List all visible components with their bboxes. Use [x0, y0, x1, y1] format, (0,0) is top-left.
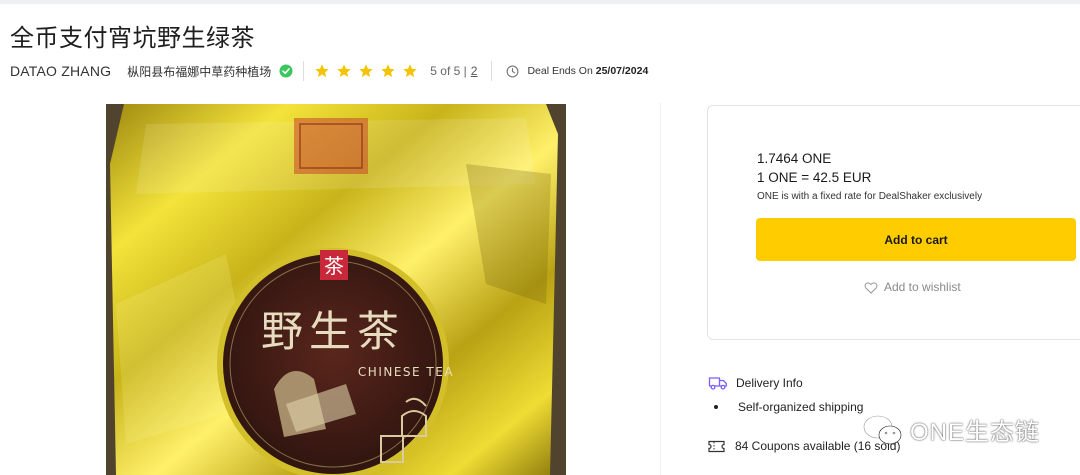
reviews-count-link[interactable]: 2: [471, 64, 478, 78]
product-meta-row: DATAO ZHANG 枞阳县布福娜中草药种植场 5 of 5 | 2 Deal…: [10, 60, 648, 82]
column-divider: [660, 103, 661, 475]
package-logo: 茶: [324, 254, 344, 278]
price: 1.7464 ONE: [757, 151, 832, 166]
shipping-text: Self-organized shipping: [738, 400, 864, 414]
rating-text: 5 of 5 |: [430, 64, 467, 78]
divider: [491, 61, 493, 81]
shipping-method: Self-organized shipping: [714, 400, 863, 414]
watermark: ONE生态链: [862, 412, 1040, 447]
delivery-title: Delivery Info: [736, 375, 803, 390]
star-icon: [381, 64, 395, 77]
deal-ends-label: Deal Ends On: [527, 65, 593, 77]
seller-name[interactable]: DATAO ZHANG: [10, 63, 111, 79]
deal-ends-date: 25/07/2024: [595, 65, 649, 77]
product-image[interactable]: 茶 野生茶 CHINESE TEA: [106, 104, 566, 475]
star-icon: [315, 64, 329, 77]
deal-ends: Deal Ends On 25/07/2024: [527, 65, 648, 77]
package-name: 野生茶: [261, 307, 405, 356]
package-subtitle: CHINESE TEA: [358, 365, 454, 379]
bullet: [714, 405, 718, 409]
product-title: 全币支付宵坑野生绿茶: [10, 25, 255, 52]
clock-icon: [506, 65, 519, 77]
heart-icon: [864, 281, 878, 294]
star-icon: [337, 64, 351, 77]
verified-check-icon: [279, 64, 293, 78]
store-name[interactable]: 枞阳县布福娜中草药种植场: [127, 63, 271, 80]
delivery-info: Delivery Info: [708, 374, 803, 391]
coupon-ticket-icon: [708, 440, 725, 452]
rate-note: ONE is with a fixed rate for DealShaker …: [757, 191, 983, 202]
top-bar: [0, 0, 1080, 4]
divider: [303, 61, 305, 81]
delivery-truck-icon: [708, 377, 727, 390]
exchange-rate: 1 ONE = 42.5 EUR: [757, 170, 872, 185]
watermark-text: ONE生态链: [910, 419, 1041, 446]
star-icon: [403, 64, 417, 77]
wechat-icon: [862, 414, 902, 444]
wishlist-label: Add to wishlist: [884, 280, 961, 294]
add-to-wishlist-button[interactable]: Add to wishlist: [864, 279, 961, 295]
star-icon: [359, 64, 373, 77]
rating-stars: [314, 63, 418, 79]
add-to-cart-button[interactable]: Add to cart: [756, 218, 1076, 261]
